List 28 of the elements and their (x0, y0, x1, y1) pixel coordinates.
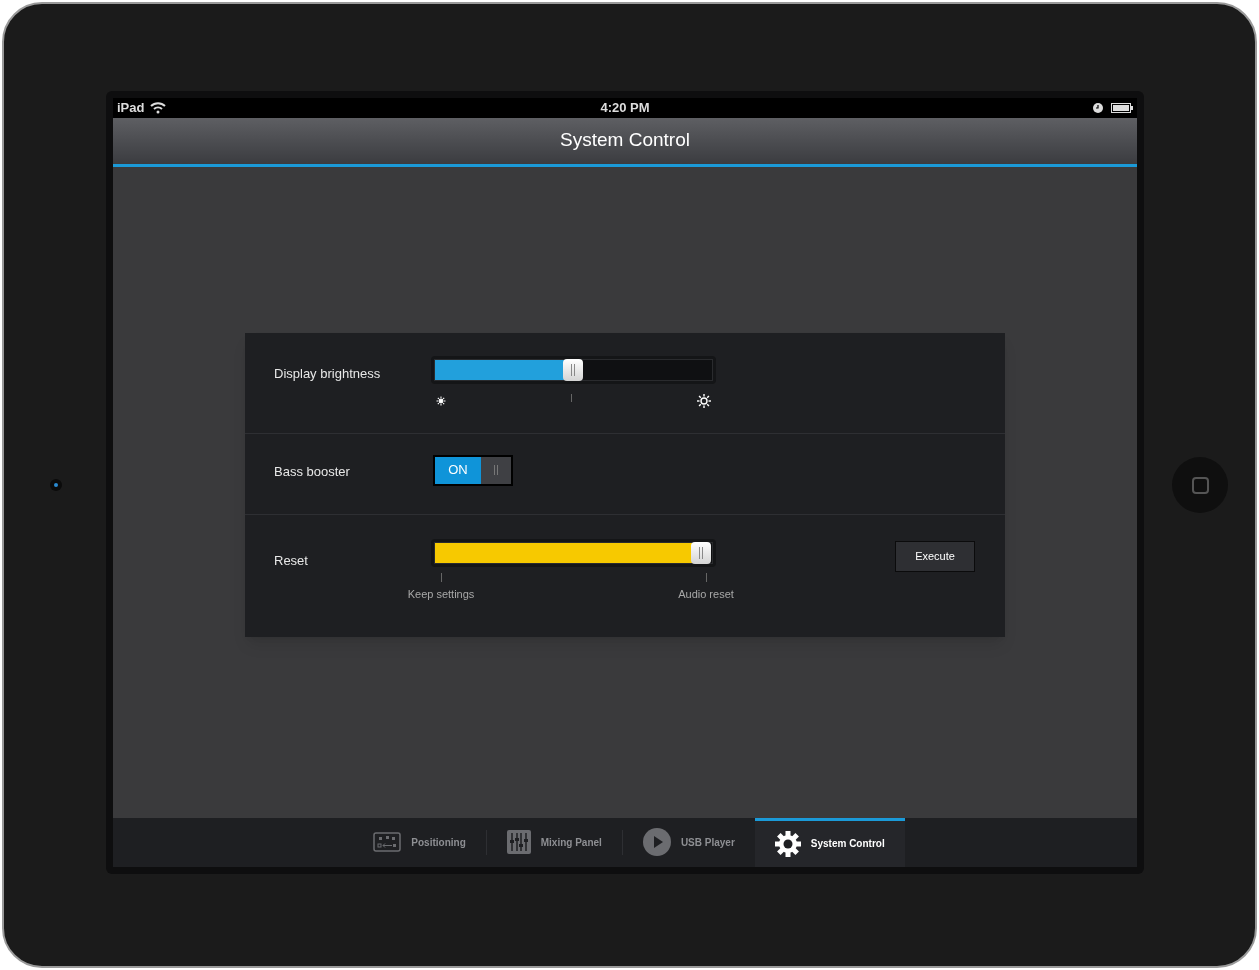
setting-label: Bass booster (274, 463, 350, 479)
sliders-icon (506, 830, 531, 854)
tab[interactable]: USB Player (622, 817, 755, 867)
carrier-label: iPad (117, 98, 145, 117)
camera-icon (50, 479, 62, 491)
battery-icon (1111, 102, 1133, 113)
dim-sun-icon (435, 394, 447, 407)
scale-label: Audio reset (678, 586, 734, 602)
home-button[interactable] (1172, 457, 1228, 513)
play-icon (642, 828, 671, 856)
tab[interactable]: System Control (754, 817, 905, 867)
slider-thumb[interactable] (691, 541, 711, 564)
execute-button[interactable]: Execute (895, 540, 975, 572)
switch-state: ON (435, 456, 481, 484)
scale-label: Keep settings (407, 586, 475, 602)
tab[interactable]: Positioning (353, 817, 486, 867)
tab[interactable]: Mixing Panel (486, 817, 622, 867)
toggle-switch[interactable]: ON (433, 454, 513, 486)
wifi-icon (150, 101, 167, 114)
layout-icon (373, 832, 402, 852)
clock-icon (1093, 102, 1103, 113)
settings-icon (774, 830, 801, 857)
bright-sun-icon (696, 392, 712, 409)
setting-label: Reset (274, 552, 308, 568)
slider-thumb[interactable] (563, 358, 583, 381)
page-title: System Control (560, 128, 690, 153)
setting-label: Display brightness (274, 365, 381, 381)
clock-time: 4:20 PM (600, 98, 650, 117)
